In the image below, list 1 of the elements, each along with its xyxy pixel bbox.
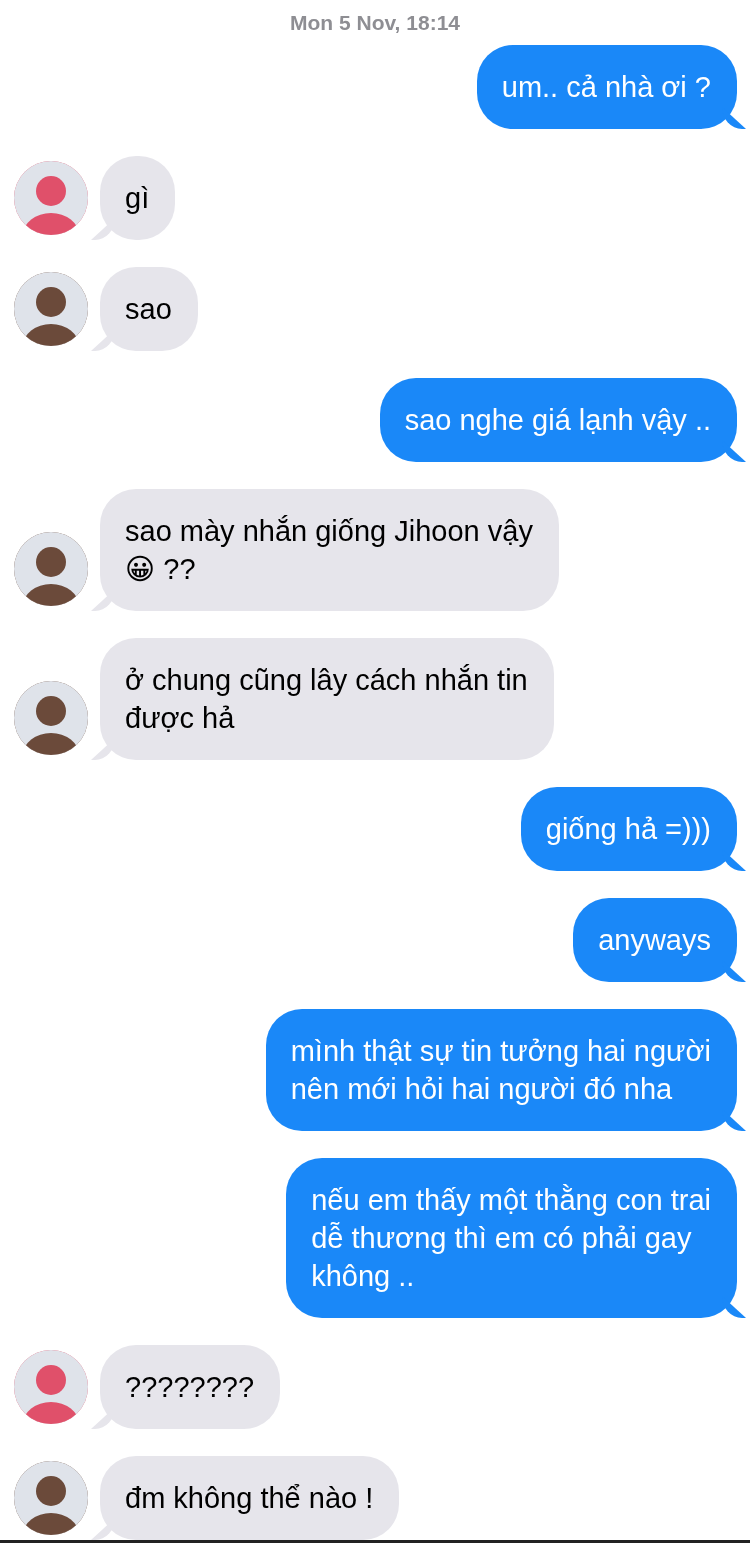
timestamp: Mon 5 Nov, 18:14 [290, 10, 460, 36]
